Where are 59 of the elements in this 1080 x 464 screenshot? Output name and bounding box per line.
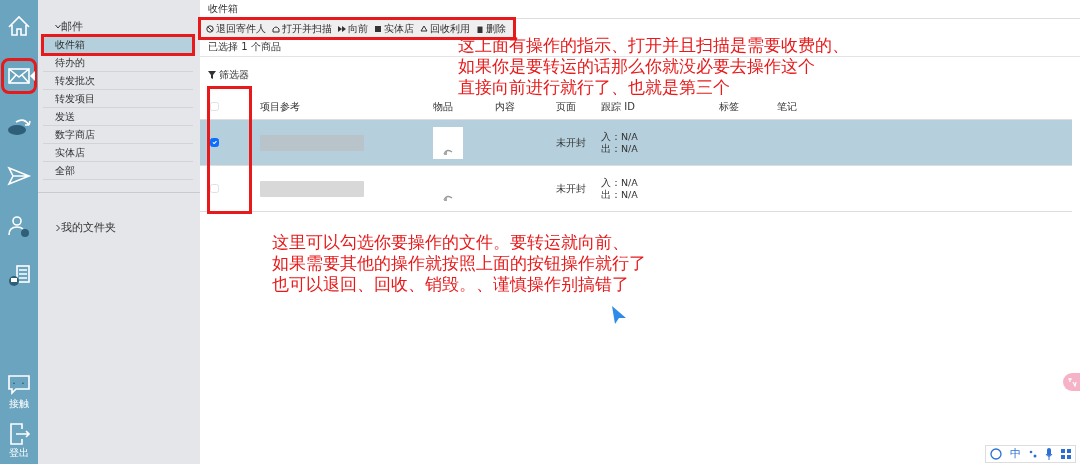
tracking-in: 入：N/A	[601, 130, 639, 143]
tracking-in: 入：N/A	[601, 176, 639, 189]
translate-button[interactable]	[1063, 373, 1080, 391]
toolbar-button[interactable]: 向前	[338, 21, 368, 36]
nav-button[interactable]	[3, 60, 35, 92]
forward-icon	[338, 24, 346, 33]
table-row[interactable]: 未开封 入：N/A 出：N/A	[200, 120, 1072, 166]
chat-icon	[6, 372, 32, 396]
table-cell-text: 未开封	[556, 182, 587, 196]
punctuation-icon	[1029, 449, 1037, 459]
sidebar-item[interactable]: 转发批次	[43, 72, 193, 90]
column-header: 跟踪 ID	[601, 100, 636, 114]
column-header: 页面	[556, 100, 577, 114]
toolbar-button[interactable]: 打开并扫描	[272, 21, 332, 36]
translate-icon	[1067, 377, 1077, 387]
annotation-text: 这里可以勾选你要操作的文件。要转运就向前、 如果需要其他的操作就按照上面的按钮操作就行了 也可以退回、回收、销毁。、谨慎操作别搞错了	[272, 232, 646, 295]
sidebar-item[interactable]: 发送	[43, 108, 193, 126]
tracking-out: 出：N/A	[601, 142, 639, 155]
column-header: 物品	[433, 100, 454, 114]
column-header: 项目参考	[260, 100, 301, 114]
sidebar-item[interactable]: 数字商店	[43, 126, 193, 144]
filter-toggle[interactable]: 筛选器	[200, 57, 249, 82]
grid-icon	[1061, 449, 1071, 459]
filter-icon	[208, 70, 216, 79]
sidebar-item[interactable]: 实体店	[43, 144, 193, 162]
language-toggle[interactable]: 中	[1010, 445, 1021, 463]
section-header[interactable]: 邮件	[43, 18, 193, 36]
sidebar-item[interactable]: 全部	[43, 162, 193, 180]
microphone-icon	[1045, 448, 1053, 460]
sidebar-item[interactable]: 待办的	[43, 54, 193, 72]
cursor-icon	[612, 305, 626, 324]
toolbar-button[interactable]: 回收利用	[420, 21, 470, 36]
sidebar-item[interactable]: 转发项目	[43, 90, 193, 108]
user-settings-icon	[6, 213, 32, 239]
column-header: 标签	[719, 100, 740, 114]
column-header: 内容	[495, 100, 516, 114]
store-icon	[374, 24, 382, 33]
chevron-icon	[55, 23, 61, 31]
trash-icon	[476, 24, 484, 33]
row-checkbox[interactable]	[210, 138, 219, 147]
sidebar-item[interactable]: 收件箱	[43, 36, 193, 54]
toolbar-button[interactable]: 删除	[476, 21, 506, 36]
column-header: 笔记	[777, 100, 798, 114]
select-all-checkbox[interactable]	[210, 102, 219, 111]
logo-icon	[990, 448, 1002, 460]
toolbar-button[interactable]: 退回寄件人	[206, 21, 266, 36]
block-icon	[206, 24, 214, 33]
tracking-out: 出：N/A	[601, 188, 639, 201]
scan-icon	[272, 24, 280, 33]
section-header[interactable]: 我的文件夹	[43, 219, 193, 237]
table-cell-text: 未开封	[556, 136, 587, 150]
chevron-icon	[55, 224, 61, 232]
home-icon	[6, 13, 32, 39]
selection-count: 已选择 1 个商品	[207, 40, 281, 54]
recycle-icon	[420, 24, 428, 33]
page-title: 收件箱	[207, 2, 239, 16]
table-row[interactable]: 未开封 入：N/A 出：N/A	[200, 166, 1072, 212]
toolbar-button[interactable]: 实体店	[374, 21, 414, 36]
register-icon	[6, 263, 32, 289]
